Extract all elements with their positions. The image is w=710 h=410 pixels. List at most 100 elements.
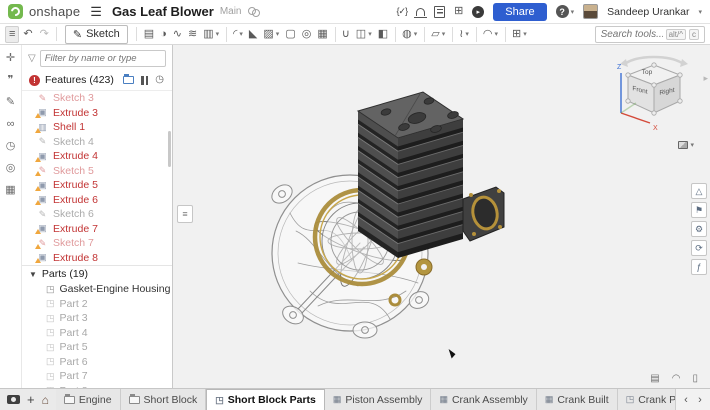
loft-tool[interactable]: ≋ bbox=[185, 27, 200, 42]
chamfer-tool[interactable]: ◣ bbox=[246, 27, 260, 42]
frame-tool[interactable]: ⊞ ▾ bbox=[505, 26, 530, 42]
collapse-feature-panel-button[interactable]: ≡ bbox=[177, 205, 193, 223]
part-item[interactable]: ◳ Part 2 bbox=[22, 297, 172, 312]
sync-panel-icon[interactable]: ⟳ bbox=[691, 240, 707, 256]
print-icon[interactable]: ▤ bbox=[650, 374, 659, 384]
chevron-down-icon[interactable]: ▾ bbox=[239, 31, 243, 38]
feature-item[interactable]: ▣ Extrude 5 bbox=[22, 178, 172, 193]
feature-item[interactable]: ✎ Sketch 7 bbox=[22, 236, 172, 251]
part-item[interactable]: ◳ Part 5 bbox=[22, 340, 172, 355]
search-icon[interactable]: ◎ bbox=[6, 163, 16, 174]
new-tab-button[interactable]: + bbox=[27, 393, 35, 406]
insert-folder-icon[interactable] bbox=[123, 74, 135, 84]
share-button[interactable]: Share bbox=[493, 2, 547, 21]
feature-item[interactable]: ✎ Sketch 5 bbox=[22, 164, 172, 179]
feature-item[interactable]: ✎ Sketch 3 bbox=[22, 91, 172, 106]
redo-button[interactable]: ↷ bbox=[37, 27, 52, 42]
search-tools-box[interactable]: alt/^ c bbox=[594, 25, 705, 43]
feature-list-scrollbar[interactable] bbox=[168, 131, 171, 167]
chevron-down-icon[interactable]: ▾ bbox=[414, 31, 418, 38]
fillet-tool[interactable]: ◜ ▾ bbox=[226, 26, 246, 42]
boolean-tool[interactable]: ∪ bbox=[334, 26, 353, 42]
document-tab[interactable]: ▦ Piston Assembly bbox=[324, 389, 432, 410]
feature-item[interactable]: ▣ Extrude 3 bbox=[22, 106, 172, 121]
feature-item[interactable]: ▣ Extrude 7 bbox=[22, 222, 172, 237]
rollback-icon[interactable]: ◷ bbox=[155, 75, 164, 85]
chevron-down-icon[interactable]: ▾ bbox=[368, 31, 372, 38]
part-item[interactable]: ◳ Part 8 bbox=[22, 384, 172, 388]
draft-tool[interactable]: ▨ ▾ bbox=[260, 27, 282, 42]
versions-icon[interactable]: ∞ bbox=[7, 119, 15, 130]
document-tab[interactable]: Engine bbox=[55, 389, 121, 410]
appearance-panel-icon[interactable]: △ bbox=[691, 183, 707, 199]
cube-top-label[interactable]: Top bbox=[642, 69, 653, 76]
graphics-viewport[interactable]: Top Front Right Z X ▾ ▸ △ ⚑ ⚙ ⟳ ƒ ≡ ▤ ◠ … bbox=[173, 45, 710, 388]
chevron-down-icon[interactable]: ▾ bbox=[216, 31, 220, 38]
user-menu-caret-icon[interactable]: ▾ bbox=[698, 8, 702, 16]
named-views-icon[interactable]: ⚑ bbox=[691, 202, 707, 218]
display-options-button[interactable]: ▾ bbox=[678, 141, 694, 149]
parts-section-header[interactable]: ▼ Parts (19) bbox=[22, 265, 172, 282]
workspace-label[interactable]: Main bbox=[220, 6, 242, 17]
pattern-tool[interactable]: ▦ bbox=[314, 27, 330, 42]
part-item[interactable]: ◳ Gasket-Engine Housing bbox=[22, 282, 172, 297]
dome-icon[interactable]: ◠ bbox=[672, 374, 681, 384]
notifications-bell-icon[interactable] bbox=[414, 8, 428, 18]
hole-tool[interactable]: ◎ bbox=[299, 27, 315, 42]
app-store-icon[interactable]: ⊞ bbox=[454, 6, 463, 17]
curve-tool[interactable]: ≀ ▾ bbox=[452, 26, 472, 42]
part-item[interactable]: ◳ Part 3 bbox=[22, 311, 172, 326]
part-item[interactable]: ◳ Part 6 bbox=[22, 355, 172, 370]
help-icon[interactable]: ? bbox=[555, 5, 569, 18]
feature-item[interactable]: ▣ Extrude 4 bbox=[22, 149, 172, 164]
monitor-icon[interactable]: ▯ bbox=[692, 374, 698, 384]
sweep-tool[interactable]: ∿ bbox=[170, 27, 185, 42]
history-icon[interactable]: ◷ bbox=[6, 141, 16, 152]
next-tabs-button[interactable]: › bbox=[694, 394, 706, 406]
extrude-tool[interactable]: ▤ bbox=[141, 27, 157, 42]
undo-button[interactable]: ↶ bbox=[20, 27, 35, 42]
suspend-rebuild-icon[interactable] bbox=[141, 75, 149, 85]
release-management-icon[interactable] bbox=[434, 5, 446, 18]
help-menu[interactable]: ? ▾ bbox=[555, 5, 574, 18]
main-menu-icon[interactable]: ☰ bbox=[90, 4, 102, 20]
thicken-tool[interactable]: ▥ ▾ bbox=[200, 27, 222, 42]
chevron-down-icon[interactable]: ▾ bbox=[276, 31, 280, 38]
feature-item[interactable]: ▣ Extrude 8 bbox=[22, 251, 172, 266]
document-tab[interactable]: Short Block bbox=[120, 389, 207, 410]
document-tab[interactable]: ▦ Crank Assembly bbox=[431, 389, 537, 410]
learning-center-icon[interactable]: ▸ bbox=[472, 5, 485, 18]
sketch-button[interactable]: ✎ Sketch bbox=[64, 24, 128, 44]
chevron-down-icon[interactable]: ▾ bbox=[465, 31, 469, 38]
document-link-icon[interactable] bbox=[247, 7, 260, 17]
feature-item[interactable]: ✎ Sketch 6 bbox=[22, 207, 172, 222]
custom-features-icon[interactable]: {✓} bbox=[397, 7, 409, 16]
shell-tool[interactable]: ▢ bbox=[282, 27, 298, 42]
right-panel-expander-icon[interactable]: ▸ bbox=[703, 73, 708, 84]
follow-mode-icon[interactable]: ✛ bbox=[6, 53, 15, 64]
feature-list-toggle-button[interactable]: ≡ bbox=[5, 25, 20, 43]
part-item[interactable]: ◳ Part 4 bbox=[22, 326, 172, 341]
mirror-tool[interactable]: ◫ ▾ bbox=[353, 27, 375, 42]
configuration-panel-icon[interactable]: ⚙ bbox=[691, 221, 707, 237]
home-icon[interactable]: ⌂ bbox=[42, 394, 49, 406]
filter-input[interactable] bbox=[39, 50, 166, 67]
surface-tool[interactable]: ◠ ▾ bbox=[475, 26, 501, 42]
user-name[interactable]: Sandeep Urankar bbox=[607, 6, 689, 18]
appearance-tool[interactable]: ◍ ▾ bbox=[395, 26, 420, 42]
comments-icon[interactable]: ❞ bbox=[8, 75, 14, 86]
document-tab[interactable]: ◳ Short Block Parts bbox=[206, 389, 325, 410]
capture-icon[interactable] bbox=[7, 395, 20, 404]
prev-tabs-button[interactable]: ‹ bbox=[680, 394, 692, 406]
view-cube[interactable]: Top Front Right Z X bbox=[612, 51, 696, 139]
document-tab[interactable]: ▦ Crank Built bbox=[536, 389, 618, 410]
feature-item[interactable]: ▥ Shell 1 bbox=[22, 120, 172, 135]
notes-icon[interactable]: ✎ bbox=[6, 97, 15, 108]
sheet-metal-tool[interactable]: ▱ ▾ bbox=[424, 26, 448, 42]
split-tool[interactable]: ◧ bbox=[375, 27, 391, 42]
tables-icon[interactable]: ▦ bbox=[5, 185, 15, 196]
feature-item[interactable]: ✎ Sketch 4 bbox=[22, 135, 172, 150]
chevron-down-icon[interactable]: ▾ bbox=[523, 31, 527, 38]
search-tools-input[interactable] bbox=[600, 28, 663, 40]
part-item[interactable]: ◳ Part 7 bbox=[22, 369, 172, 384]
